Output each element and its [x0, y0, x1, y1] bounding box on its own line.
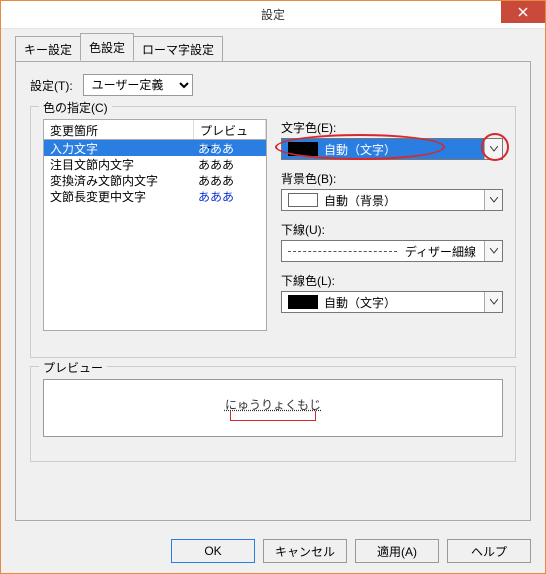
background-swatch [288, 193, 318, 207]
foreground-label: 文字色(E): [281, 119, 503, 136]
underline-label: 下線(U): [281, 221, 503, 238]
underline-color-combo[interactable]: 自動（文字） [281, 291, 503, 313]
list-item-preview: あああ [194, 140, 266, 156]
preview-text: にゅうりょくもじ [225, 398, 321, 414]
tab-key-settings[interactable]: キー設定 [15, 36, 81, 62]
list-item-label: 注目文節内文字 [44, 156, 194, 172]
help-button[interactable]: ヘルプ [447, 539, 531, 563]
list-item-label: 入力文字 [44, 140, 194, 156]
preview-area: にゅうりょくもじ [43, 379, 503, 437]
tab-strip: キー設定 色設定 ローマ字設定 [15, 37, 531, 61]
list-header-col2: プレビュー [194, 120, 266, 139]
foreground-text: 自動（文字） [324, 141, 484, 158]
close-icon [518, 7, 528, 17]
tab-color-settings[interactable]: 色設定 [80, 33, 134, 61]
list-item-label: 変換済み文節内文字 [44, 172, 194, 188]
setting-select[interactable]: ユーザー定義 [83, 74, 193, 96]
list-header-col1: 変更箇所 [44, 120, 194, 139]
list-item-preview: あああ [194, 172, 266, 188]
background-label: 背景色(B): [281, 170, 503, 187]
underline-color-label: 下線色(L): [281, 272, 503, 289]
color-spec-legend: 色の指定(C) [39, 99, 112, 116]
list-item[interactable]: 文節長変更中文字 あああ [44, 188, 266, 204]
list-item[interactable]: 注目文節内文字 あああ [44, 156, 266, 172]
underline-text: ディザー細線 [405, 243, 476, 260]
foreground-color-combo[interactable]: 自動（文字） [281, 138, 503, 160]
ok-button[interactable]: OK [171, 539, 255, 563]
preview-group: プレビュー にゅうりょくもじ [30, 366, 516, 462]
dialog-buttons: OK キャンセル 適用(A) ヘルプ [1, 539, 545, 563]
background-text: 自動（背景） [324, 192, 484, 209]
tab-romaji-settings[interactable]: ローマ字設定 [133, 36, 223, 62]
list-item[interactable]: 入力文字 あああ [44, 140, 266, 156]
preview-legend: プレビュー [39, 359, 107, 376]
list-item-preview: あああ [194, 188, 266, 204]
apply-button[interactable]: 適用(A) [355, 539, 439, 563]
underline-sample [288, 251, 397, 252]
cancel-button[interactable]: キャンセル [263, 539, 347, 563]
chevron-down-icon [484, 139, 502, 159]
color-spec-group: 色の指定(C) 変更箇所 プレビュー 入力文字 あああ [30, 106, 516, 358]
list-item[interactable]: 変換済み文節内文字 あああ [44, 172, 266, 188]
underline-style-combo[interactable]: ディザー細線 [281, 240, 503, 262]
list-item-label: 文節長変更中文字 [44, 188, 194, 204]
list-header: 変更箇所 プレビュー [43, 119, 267, 139]
chevron-down-icon [484, 292, 502, 312]
titlebar: 設定 [1, 1, 545, 29]
settings-window: 設定 キー設定 色設定 ローマ字設定 設定(T): ユーザー定義 色の指定(C) [0, 0, 546, 574]
change-location-list[interactable]: 入力文字 あああ 注目文節内文字 あああ 変換済み文節内文字 あああ [43, 139, 267, 331]
chevron-down-icon [484, 190, 502, 210]
underline-color-swatch [288, 295, 318, 309]
list-item-preview: あああ [194, 156, 266, 172]
close-button[interactable] [501, 1, 545, 23]
window-title: 設定 [261, 6, 285, 23]
chevron-down-icon [484, 241, 502, 261]
underline-color-text: 自動（文字） [324, 294, 484, 311]
tab-panel-color: 設定(T): ユーザー定義 色の指定(C) 変更箇所 プレビュー [15, 61, 531, 521]
setting-label: 設定(T): [30, 77, 73, 94]
background-color-combo[interactable]: 自動（背景） [281, 189, 503, 211]
foreground-swatch [288, 142, 318, 156]
